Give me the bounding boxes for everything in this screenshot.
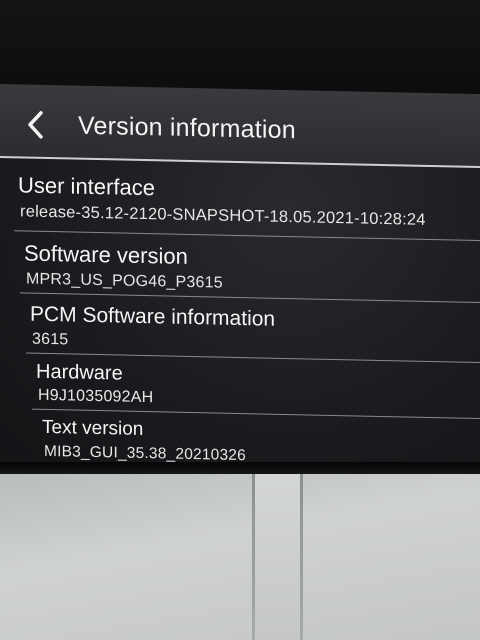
trim-panel [255,474,300,640]
row-divider [14,230,480,242]
row-divider [20,292,480,304]
item-label: Software version [24,240,188,269]
item-value: H9J1035092AH [38,386,154,407]
title-bar: Version information [0,84,480,169]
item-value: release-35.12-2120-SNAPSHOT-18.05.2021-1… [20,202,426,229]
list-item-software-version[interactable]: Software version MPR3_US_POG46_P3615 [24,241,480,292]
infotainment-screen: Version information User interface relea… [0,84,480,481]
display-bezel [0,0,480,92]
chevron-left-icon [26,110,46,140]
trim-seam [252,474,255,640]
list-item-pcm-software-information[interactable]: PCM Software information 3615 [30,303,480,349]
back-button[interactable] [18,106,54,143]
list-item-text-version[interactable]: Text version MIB3_GUI_35.38_20210326 [42,417,480,464]
item-value: MPR3_US_POG46_P3615 [26,270,223,292]
trim-seam [300,474,303,640]
title-divider [0,156,480,169]
item-label: User interface [18,172,155,201]
item-label: Text version [42,416,144,441]
page-title: Version information [78,111,296,145]
item-label: PCM Software information [30,302,276,331]
list-item-user-interface[interactable]: User interface release-35.12-2120-SNAPSH… [18,172,480,229]
dashboard-trim [0,474,480,640]
item-label: Hardware [36,360,123,385]
list-item-hardware[interactable]: Hardware H9J1035092AH [36,361,480,406]
item-value: 3615 [32,330,69,349]
